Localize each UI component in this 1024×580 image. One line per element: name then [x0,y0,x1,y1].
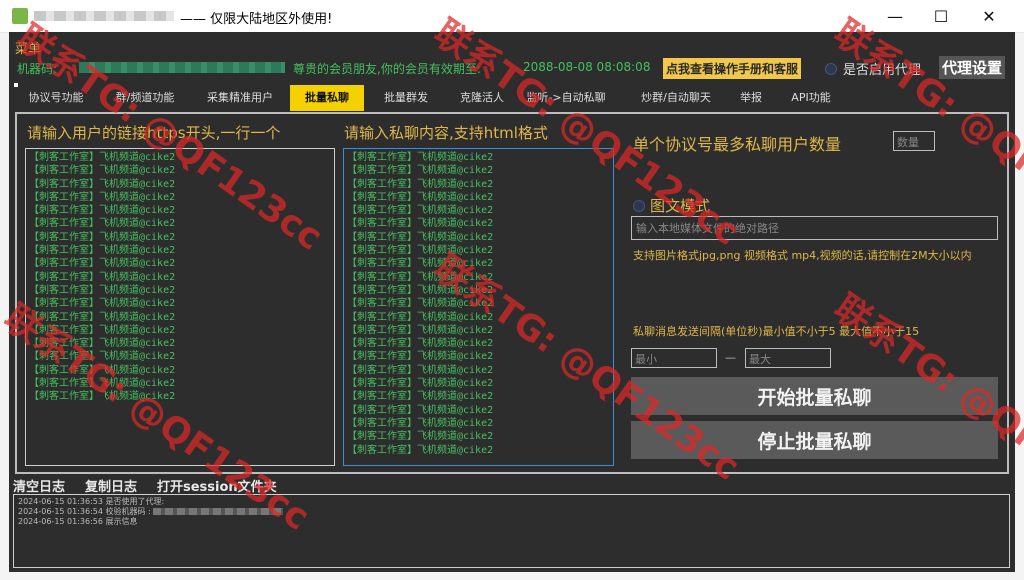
content-line: 【刺客工作室】飞机频道@cike2 [347,191,494,203]
interval-label: 私聊消息发送间隔(单位秒)最小值不小于5 最大值不小于15 [633,325,920,338]
content-line: 【刺客工作室】飞机频道@cike2 [347,378,494,390]
users-input-heading: 请输入用户的链接https开头,一行一个 [27,124,281,142]
tab-protocol[interactable]: 协议号功能 [19,85,93,111]
minimize-button[interactable]: — [872,0,918,32]
start-bulk-dm-button[interactable]: 开始批量私聊 [631,377,998,415]
content-line: 【刺客工作室】飞机频道@cike2 [347,218,494,230]
tab-bulk-group-send[interactable]: 批量群发 [371,85,441,111]
stop-bulk-dm-button[interactable]: 停止批量私聊 [631,421,998,459]
content-line: 【刺客工作室】飞机频道@cike2 [347,391,494,403]
redacted-app-name [34,11,174,21]
tab-report[interactable]: 举报 [731,85,771,111]
user-line: 【刺客工作室】飞机频道@cike2 [29,284,176,296]
close-button[interactable]: ✕ [966,0,1012,32]
user-line: 【刺客工作室】飞机频道@cike2 [29,152,176,163]
user-line: 【刺客工作室】飞机频道@cike2 [29,351,176,363]
log-entry: 2024-06-15 01:36:56 展示信息 [18,517,138,526]
window-titlebar: —— 仅限大陆地区外使用! — ☐ ✕ [0,0,1024,33]
machine-code-label: 机器码: [17,62,58,76]
app-main: 菜单 机器码: 尊贵的会员朋友,你的会员有效期至: 2088-08-08 08:… [9,32,1015,572]
manual-support-button[interactable]: 点我查看操作手册和客服 [663,58,802,79]
image-text-mode-radio[interactable] [633,200,645,212]
interval-max-input[interactable]: 最大 [745,348,831,368]
tab-clone-users[interactable]: 克隆活人 [447,85,517,111]
proxy-settings-button[interactable]: 代理设置 [939,56,1006,79]
content-line: 【刺客工作室】飞机频道@cike2 [347,324,494,336]
proxy-toggle-label: 是否启用代理 [843,63,922,78]
user-line: 【刺客工作室】飞机频道@cike2 [29,311,176,323]
tab-bar: 协议号功能 群/频道功能 采集精准用户 批量私聊 批量群发 克隆活人 监听->自… [9,85,1015,111]
image-text-mode-label: 图文模式 [650,197,711,215]
max-users-label: 单个协议号最多私聊用户数量 [633,135,842,154]
content-line: 【刺客工作室】飞机频道@cike2 [347,311,494,323]
content-line: 【刺客工作室】飞机频道@cike2 [347,152,494,163]
user-line: 【刺客工作室】飞机频道@cike2 [29,178,176,190]
user-line: 【刺客工作室】飞机频道@cike2 [29,165,176,177]
user-line: 【刺客工作室】飞机频道@cike2 [29,298,176,310]
content-line: 【刺客工作室】飞机频道@cike2 [347,284,494,296]
content-line: 【刺客工作室】飞机频道@cike2 [347,338,494,350]
user-line: 【刺客工作室】飞机频道@cike2 [29,231,176,243]
content-line: 【刺客工作室】飞机频道@cike2 [347,298,494,310]
tab-api[interactable]: API功能 [781,85,841,111]
content-line: 【刺客工作室】飞机频道@cike2 [347,431,494,443]
content-line: 【刺客工作室】飞机频道@cike2 [347,178,494,190]
user-line: 【刺客工作室】飞机频道@cike2 [29,338,176,350]
content-line: 【刺客工作室】飞机频道@cike2 [347,417,494,429]
content-line: 【刺客工作室】飞机频道@cike2 [347,165,494,177]
interval-dash: — [725,351,736,364]
log-output[interactable]: 2024-06-15 01:36:53 是否使用了代理: 2024-06-15 … [13,494,1010,568]
content-line: 【刺客工作室】飞机频道@cike2 [347,351,494,363]
user-line: 【刺客工作室】飞机频道@cike2 [29,205,176,217]
membership-text: 尊贵的会员朋友,你的会员有效期至: [293,62,481,76]
media-format-note: 支持图片格式jpg,png 视频格式 mp4,视频的话,请控制在2M大小以内 [633,249,972,262]
user-line: 【刺客工作室】飞机频道@cike2 [29,191,176,203]
user-line: 【刺客工作室】飞机频道@cike2 [29,245,176,257]
interval-min-input[interactable]: 最小 [631,348,717,368]
tab-bulk-dm[interactable]: 批量私聊 [290,85,364,111]
clear-log-button[interactable]: 清空日志 [13,476,65,495]
menu-button[interactable]: 菜单 [15,38,41,57]
open-session-folder-button[interactable]: 打开session文件夹 [157,476,277,495]
header-info-row: 机器码: 尊贵的会员朋友,你的会员有效期至: 2088-08-08 08:08:… [15,56,1011,79]
copy-log-button[interactable]: 复制日志 [85,476,137,495]
user-line: 【刺客工作室】飞机频道@cike2 [29,258,176,270]
bulk-dm-panel: 请输入用户的链接https开头,一行一个 请输入私聊内容,支持html格式 【刺… [15,112,1009,474]
tab-group-channel[interactable]: 群/频道功能 [105,85,185,111]
proxy-toggle-radio[interactable] [825,63,837,75]
tab-monitor-auto-dm[interactable]: 监听->自动私聊 [521,85,611,111]
user-line: 【刺客工作室】飞机频道@cike2 [29,218,176,230]
tab-collect-users[interactable]: 采集精准用户 [195,85,285,111]
tab-group-auto-chat[interactable]: 炒群/自动聊天 [631,85,721,111]
user-line: 【刺客工作室】飞机频道@cike2 [29,271,176,283]
app-icon [12,8,28,24]
content-line: 【刺客工作室】飞机频道@cike2 [347,444,494,456]
maximize-button[interactable]: ☐ [918,0,964,32]
content-line: 【刺客工作室】飞机频道@cike2 [347,245,494,257]
window-title: —— 仅限大陆地区外使用! [180,12,333,27]
redacted-machine-code [153,508,284,515]
log-entry: 2024-06-15 01:36:54 校验机器码 : [18,507,1005,517]
content-line: 【刺客工作室】飞机频道@cike2 [347,258,494,270]
content-line: 【刺客工作室】飞机频道@cike2 [347,231,494,243]
content-line: 【刺客工作室】飞机频道@cike2 [347,205,494,217]
membership-expiry: 2088-08-08 08:08:08 [523,60,651,74]
log-entry: 2024-06-15 01:36:53 是否使用了代理: [18,497,165,506]
machine-code-value-redacted [79,62,285,73]
content-textarea[interactable]: 【刺客工作室】飞机频道@cike2 【刺客工作室】飞机频道@cike2 【刺客工作室… [343,148,614,466]
max-users-input[interactable]: 数量 [893,131,935,151]
content-line: 【刺客工作室】飞机频道@cike2 [347,404,494,416]
user-line: 【刺客工作室】飞机频道@cike2 [29,324,176,336]
content-line: 【刺客工作室】飞机频道@cike2 [347,364,494,376]
user-line: 【刺客工作室】飞机频道@cike2 [29,391,176,403]
users-textarea[interactable]: 【刺客工作室】飞机频道@cike2 【刺客工作室】飞机频道@cike2 【刺客工作室… [25,148,335,466]
user-line: 【刺客工作室】飞机频道@cike2 [29,378,176,390]
content-input-heading: 请输入私聊内容,支持html格式 [344,124,548,142]
media-path-input[interactable]: 输入本地媒体文件的绝对路径 [631,216,998,240]
content-line: 【刺客工作室】飞机频道@cike2 [347,271,494,283]
user-line: 【刺客工作室】飞机频道@cike2 [29,364,176,376]
